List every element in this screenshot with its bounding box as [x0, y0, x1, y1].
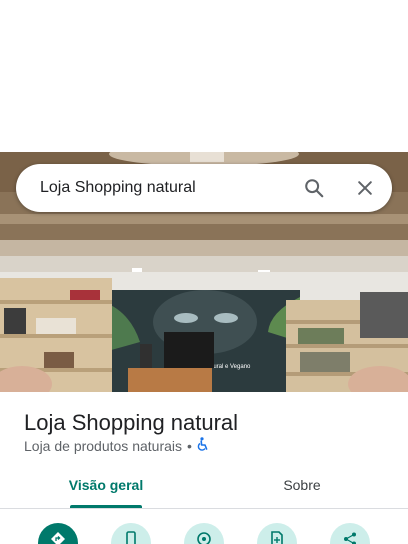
place-details: Loja de produtos naturais • — [24, 436, 209, 456]
tab-selected-indicator — [70, 505, 142, 508]
place-name: Loja Shopping natural — [24, 410, 239, 435]
save-icon — [271, 531, 283, 544]
close-icon[interactable] — [353, 176, 377, 200]
tab-overview[interactable]: Visão geral — [36, 466, 176, 508]
phone-icon — [126, 531, 136, 544]
location-icon — [197, 532, 211, 544]
share-button[interactable] — [330, 523, 370, 544]
search-icon[interactable] — [302, 176, 326, 200]
search-bar[interactable]: Loja Shopping natural — [16, 164, 392, 212]
separator: • — [187, 438, 192, 454]
map-top-area — [0, 0, 408, 152]
wheelchair-icon — [197, 436, 209, 456]
save-button[interactable] — [257, 523, 297, 544]
search-input[interactable]: Loja Shopping natural — [40, 164, 196, 212]
directions-button[interactable] — [38, 523, 78, 544]
call-button[interactable] — [111, 523, 151, 544]
share-icon — [344, 532, 356, 544]
action-buttons — [0, 516, 408, 544]
location-button[interactable] — [184, 523, 224, 544]
tab-bar: Visão geral Sobre — [0, 466, 408, 509]
directions-icon — [51, 532, 65, 544]
tab-about[interactable]: Sobre — [232, 466, 372, 508]
place-category: Loja de produtos naturais — [24, 438, 182, 454]
